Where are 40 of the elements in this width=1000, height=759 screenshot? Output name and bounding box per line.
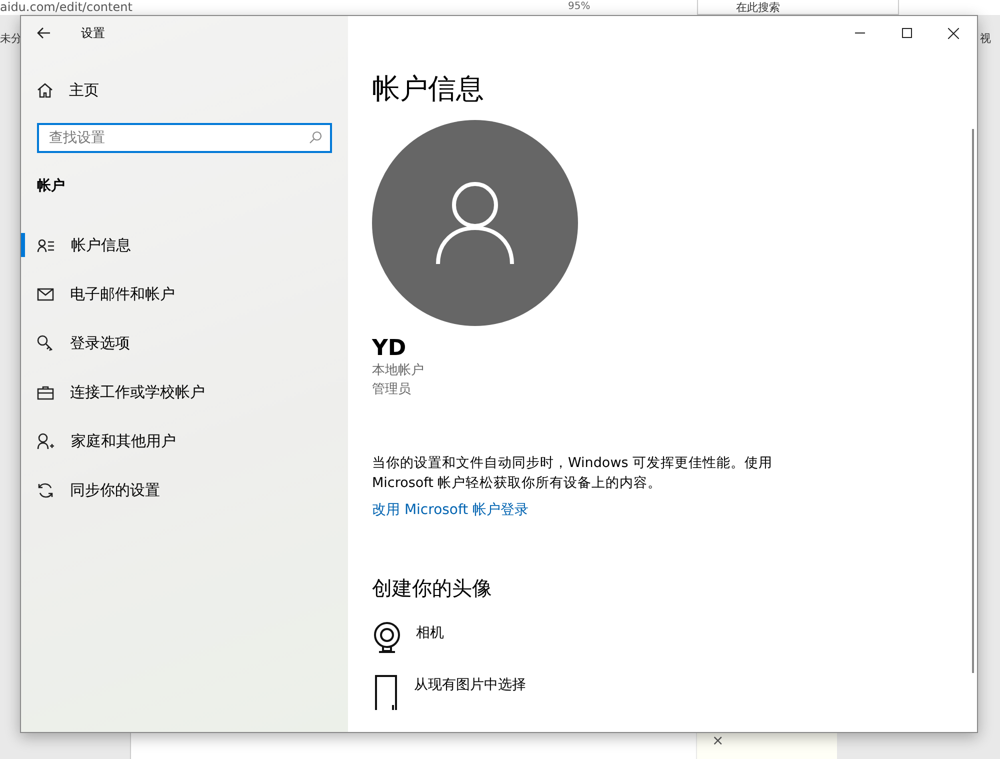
search-field[interactable]: 查找设置	[37, 123, 332, 153]
zoom-text: 95%	[568, 1, 590, 13]
person-icon	[435, 180, 515, 266]
sidebar-item[interactable]: 帐户信息	[21, 221, 348, 270]
sidebar-item[interactable]: 登录选项	[21, 319, 348, 368]
briefcase-icon	[37, 386, 54, 400]
sidebar-item[interactable]: 家庭和其他用户	[21, 417, 348, 466]
description-text: 当你的设置和文件自动同步时，Windows 可发挥更佳性能。使用 Microsoft 帐户轻松获取你所有设备上的内容。	[372, 454, 774, 493]
sidebar-item[interactable]: 电子邮件和帐户	[21, 270, 348, 319]
back-arrow-icon	[37, 27, 51, 39]
back-button[interactable]	[37, 27, 51, 39]
section-heading: 帐户	[36, 176, 66, 196]
user-name: YD	[372, 336, 408, 361]
person-add-icon	[37, 433, 55, 450]
browser-search-field[interactable]: 在此搜索	[697, 0, 899, 15]
home-icon	[37, 83, 53, 98]
account-role: 管理员	[372, 381, 412, 399]
avatar-option[interactable]: 从现有图片中选择	[372, 674, 953, 710]
close-icon	[948, 28, 959, 38]
close-button[interactable]: ×	[712, 733, 724, 749]
home-item[interactable]: 主页	[21, 66, 348, 115]
tablet-icon	[372, 674, 400, 710]
maximize-icon	[902, 28, 912, 38]
window-title: 设置	[81, 24, 105, 42]
section-heading: 创建你的头像	[372, 575, 493, 602]
person-list-icon	[37, 238, 55, 252]
envelope-icon	[37, 288, 54, 301]
search-icon	[309, 131, 322, 144]
sync-icon	[37, 482, 54, 499]
account-type: 本地帐户	[372, 362, 425, 380]
sidebar-item[interactable]: 同步你的设置	[21, 466, 348, 515]
page-heading: 帐户信息	[372, 71, 485, 107]
avatar-option[interactable]: 相机	[372, 622, 953, 654]
key-icon	[37, 335, 54, 352]
scrollbar[interactable]	[972, 129, 974, 673]
url-text: aidu.com/edit/content	[0, 0, 132, 14]
tab-text: 视	[980, 31, 991, 46]
webcam-icon	[372, 622, 402, 654]
sidebar-item[interactable]: 连接工作或学校帐户	[21, 368, 348, 417]
microsoft-signin-link[interactable]: 改用 Microsoft 帐户登录	[372, 501, 529, 519]
